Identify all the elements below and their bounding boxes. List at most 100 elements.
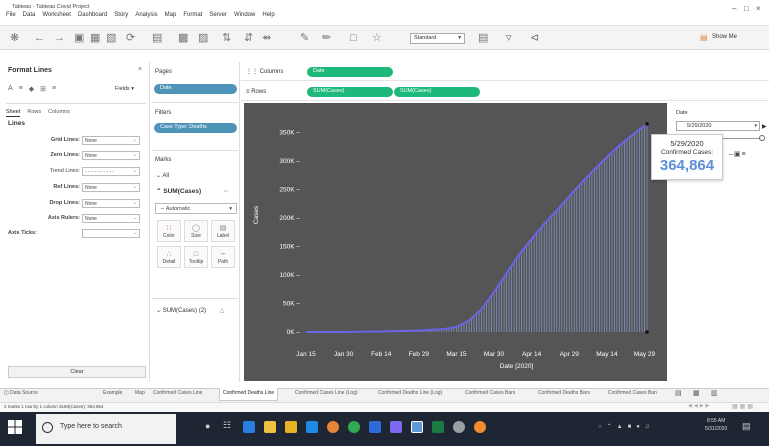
alignment-icon[interactable]: ≡: [19, 85, 23, 93]
menu-story[interactable]: Story: [114, 12, 128, 18]
label-card[interactable]: ▤ Label: [211, 220, 235, 242]
size-card[interactable]: ◯ Size: [184, 220, 208, 242]
back-icon[interactable]: ←: [34, 32, 45, 44]
windows-start-icon[interactable]: [8, 420, 22, 434]
drop-lines-select[interactable]: None ⌄: [82, 199, 140, 208]
show-me-button[interactable]: Show Me: [712, 34, 737, 40]
chart-area[interactable]: 0K – 50K – 100K – 150K – 200K – 250K – 300K – 3…: [244, 103, 667, 381]
playback-controls[interactable]: –▣≡: [729, 150, 747, 158]
tableau-logo-icon[interactable]: ❋: [10, 32, 19, 44]
excel-icon[interactable]: [432, 421, 444, 433]
menu-window[interactable]: Window: [234, 12, 255, 18]
new-story-icon[interactable]: ▥: [711, 389, 718, 397]
save-icon[interactable]: ▣: [74, 32, 84, 44]
file-explorer-icon[interactable]: [285, 421, 297, 433]
firefox-icon[interactable]: [474, 421, 486, 433]
mark-type-select[interactable]: ∽ Automatic ▾: [155, 203, 237, 214]
chrome-icon[interactable]: [348, 421, 360, 433]
microphone-icon[interactable]: ●: [205, 421, 210, 431]
fields-dropdown[interactable]: Fields ▾: [115, 86, 134, 92]
marks-all-toggle[interactable]: ⌄ All: [156, 172, 169, 179]
mail-icon[interactable]: [306, 421, 318, 433]
tab-confirmed-cases-line-log[interactable]: Confirmed Cases Line (Log): [295, 390, 358, 396]
tab-confirmed-cases-bars[interactable]: Confirmed Cases Bars: [465, 390, 515, 396]
zero-lines-select[interactable]: None ⌄: [82, 151, 140, 160]
app-icon-4[interactable]: [453, 421, 465, 433]
menu-analysis[interactable]: Analysis: [135, 12, 157, 18]
date-page-select[interactable]: 5/29/2020 ▾: [676, 121, 760, 131]
presentation-icon[interactable]: ▿: [506, 32, 512, 44]
close-icon[interactable]: ×: [756, 4, 761, 13]
swap-icon[interactable]: ⇅: [222, 32, 231, 44]
menu-server[interactable]: Server: [209, 12, 227, 18]
detail-card[interactable]: ∴ Detail: [157, 246, 181, 268]
duplicate-icon[interactable]: ▩: [178, 32, 188, 44]
tab-sheet[interactable]: Sheet: [6, 109, 21, 117]
task-view-icon[interactable]: ☷: [223, 420, 231, 431]
tab-columns[interactable]: Columns: [48, 109, 70, 117]
restore-icon[interactable]: □: [744, 4, 749, 13]
new-sheet-icon[interactable]: ▤: [675, 389, 682, 397]
app-icon-3[interactable]: [390, 421, 402, 433]
tab-confirmed-cases-line[interactable]: Confirmed Cases Line: [153, 390, 202, 396]
ref-lines-select[interactable]: None ⌄: [82, 183, 140, 192]
system-tray-icons[interactable]: ○⌃▲■●♫: [598, 423, 654, 430]
rows-sum-cases-pill-2[interactable]: SUM(Cases): [394, 87, 480, 97]
axis-rulers-select[interactable]: None ⌄: [82, 214, 140, 223]
filter-case-type-pill[interactable]: Case Type: Deaths: [154, 123, 237, 133]
clear-sheet-icon[interactable]: ▨: [198, 32, 208, 44]
pause-icon[interactable]: ▧: [106, 32, 116, 44]
menu-file[interactable]: File: [6, 12, 16, 18]
menu-data[interactable]: Data: [23, 12, 36, 18]
new-dashboard-icon[interactable]: ▦: [693, 389, 700, 397]
tab-confirmed-deaths-line-log[interactable]: Confirmed Deaths Line (Log): [378, 390, 442, 396]
view-mode-icons[interactable]: ▦▦▦: [732, 403, 755, 410]
columns-date-pill[interactable]: Date: [307, 67, 393, 77]
rows-sum-cases-pill-1[interactable]: SUM(Cases): [307, 87, 393, 97]
trend-lines-select[interactable]: - - - - - - - - - - ⌄: [82, 167, 140, 176]
color-card[interactable]: ∷ Color: [157, 220, 181, 242]
tab-map[interactable]: Map: [135, 390, 145, 396]
path-card[interactable]: ∽ Path: [211, 246, 235, 268]
axis-ticks-select[interactable]: ⌄: [82, 229, 140, 238]
app-icon-2[interactable]: [369, 421, 381, 433]
tab-example[interactable]: Example: [103, 390, 122, 396]
menu-map[interactable]: Map: [165, 12, 177, 18]
menu-format[interactable]: Format: [183, 12, 202, 18]
tab-confirmed-deaths-bars[interactable]: Confirmed Deaths Bars: [538, 390, 590, 396]
tableau-taskbar-icon[interactable]: [411, 421, 423, 433]
font-icon[interactable]: A: [8, 85, 13, 93]
app-icon-1[interactable]: [327, 421, 339, 433]
labels-icon[interactable]: □: [350, 32, 357, 44]
new-datasource-icon[interactable]: ▦: [90, 32, 100, 44]
fix-axes-icon[interactable]: ☆: [372, 32, 382, 44]
marks-sum-toggle[interactable]: ⌃ SUM(Cases) ∽: [156, 187, 228, 195]
refresh-icon[interactable]: ⟳: [126, 32, 135, 44]
sort-asc-icon[interactable]: ⇵: [244, 32, 253, 44]
menu-worksheet[interactable]: Worksheet: [42, 12, 71, 18]
show-cards-icon[interactable]: ▤: [478, 32, 488, 44]
taskbar-clock[interactable]: 8:55 AM 5/31/2020: [705, 417, 727, 433]
tab-confirmed-cases-ban[interactable]: Confirmed Cases Ban: [608, 390, 657, 396]
shading-icon[interactable]: ◆: [29, 85, 34, 93]
menu-dashboard[interactable]: Dashboard: [78, 12, 107, 18]
data-source-tab[interactable]: ◫ Data Source: [4, 390, 38, 396]
tooltip-card[interactable]: □ Tooltip: [184, 246, 208, 268]
tab-rows[interactable]: Rows: [27, 109, 41, 117]
group-icon[interactable]: ✏: [322, 32, 331, 44]
clear-button[interactable]: Clear: [8, 366, 146, 378]
marks-sum2-toggle[interactable]: ⌄ SUM(Cases) (2) △: [156, 307, 224, 314]
tab-navigation-icons[interactable]: ◀◀▶▶: [688, 403, 711, 409]
new-sheet-icon[interactable]: ▤: [152, 32, 162, 44]
edge-icon[interactable]: [243, 421, 255, 433]
borders-icon[interactable]: ⊞: [40, 85, 46, 93]
deaths-line-chart[interactable]: 0K – 50K – 100K – 150K – 200K – 250K – 300K – 3…: [244, 103, 667, 381]
share-icon[interactable]: ⊲: [530, 32, 539, 44]
highlight-icon[interactable]: ✎: [300, 32, 309, 44]
minimize-icon[interactable]: –: [732, 4, 736, 13]
tab-confirmed-deaths-line[interactable]: Confirmed Deaths Line: [219, 388, 279, 401]
pages-date-pill[interactable]: Date: [154, 84, 237, 94]
lines-icon[interactable]: ≡: [52, 85, 56, 93]
grid-lines-select[interactable]: None ⌄: [82, 136, 140, 145]
fit-select[interactable]: Standard ▾: [410, 33, 465, 44]
